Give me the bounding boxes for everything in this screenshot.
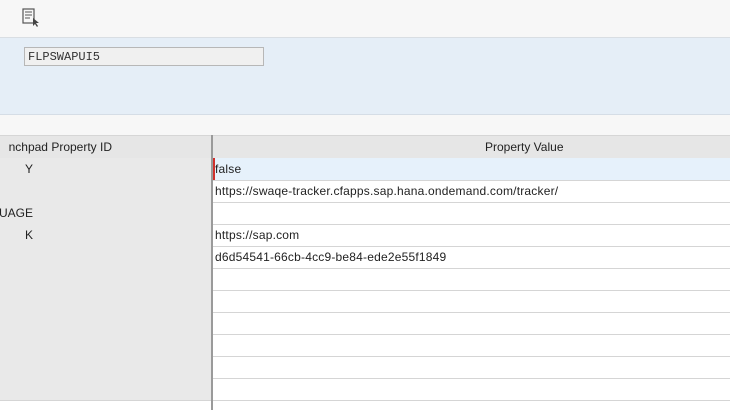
table-header: nchpad Property ID Property Value	[0, 135, 730, 159]
variant-selection-icon	[21, 7, 41, 32]
selection-header: FLPSWAPUI5	[0, 38, 730, 115]
property-value-cell[interactable]: d6d54541-66cb-4cc9-be84-ede2e55f1849	[213, 246, 730, 268]
property-table: nchpad Property ID Property Value Y fals…	[0, 135, 730, 410]
property-id-cell[interactable]	[0, 246, 211, 268]
property-value-cell[interactable]	[213, 268, 730, 290]
table-row: Y false	[0, 158, 730, 181]
property-id-cell[interactable]: SUAGE	[0, 202, 211, 224]
table-row: d6d54541-66cb-4cc9-be84-ede2e55f1849	[0, 246, 730, 269]
table-row: https://swaqe-tracker.cfapps.sap.hana.on…	[0, 180, 730, 203]
property-id-cell[interactable]	[0, 268, 211, 290]
column-header-property-value[interactable]: Property Value	[213, 136, 730, 158]
variant-field[interactable]: FLPSWAPUI5	[24, 47, 264, 66]
property-value-cell[interactable]	[213, 290, 730, 312]
property-value-cell[interactable]: false	[213, 158, 730, 180]
table-row	[0, 268, 730, 291]
property-id-cell[interactable]	[0, 180, 211, 202]
table-row	[0, 334, 730, 357]
property-value-cell[interactable]	[213, 378, 730, 400]
property-value-cell[interactable]: https://swaqe-tracker.cfapps.sap.hana.on…	[213, 180, 730, 202]
spacer	[0, 115, 730, 135]
property-value-cell[interactable]: https://sap.com	[213, 224, 730, 246]
table-row: K https://sap.com	[0, 224, 730, 247]
text-cursor	[213, 158, 217, 180]
column-resize-handle[interactable]	[211, 135, 213, 410]
property-id-cell[interactable]	[0, 334, 211, 356]
property-id-cell[interactable]	[0, 290, 211, 312]
property-value-cell[interactable]	[213, 334, 730, 356]
table-row	[0, 356, 730, 379]
table-row	[0, 312, 730, 335]
property-id-cell[interactable]	[0, 356, 211, 378]
property-value-cell[interactable]	[213, 312, 730, 334]
property-id-cell[interactable]	[0, 378, 211, 400]
property-id-cell[interactable]	[0, 312, 211, 334]
property-value-cell[interactable]	[213, 356, 730, 378]
table-row: SUAGE	[0, 202, 730, 225]
table-row	[0, 290, 730, 313]
variant-selection-button[interactable]	[18, 6, 44, 32]
toolbar	[0, 0, 730, 38]
property-value-cell[interactable]	[213, 202, 730, 224]
table-row	[0, 378, 730, 401]
column-header-property-id[interactable]: nchpad Property ID	[0, 136, 211, 158]
property-id-cell[interactable]: K	[0, 224, 211, 246]
property-id-cell[interactable]: Y	[0, 158, 211, 180]
